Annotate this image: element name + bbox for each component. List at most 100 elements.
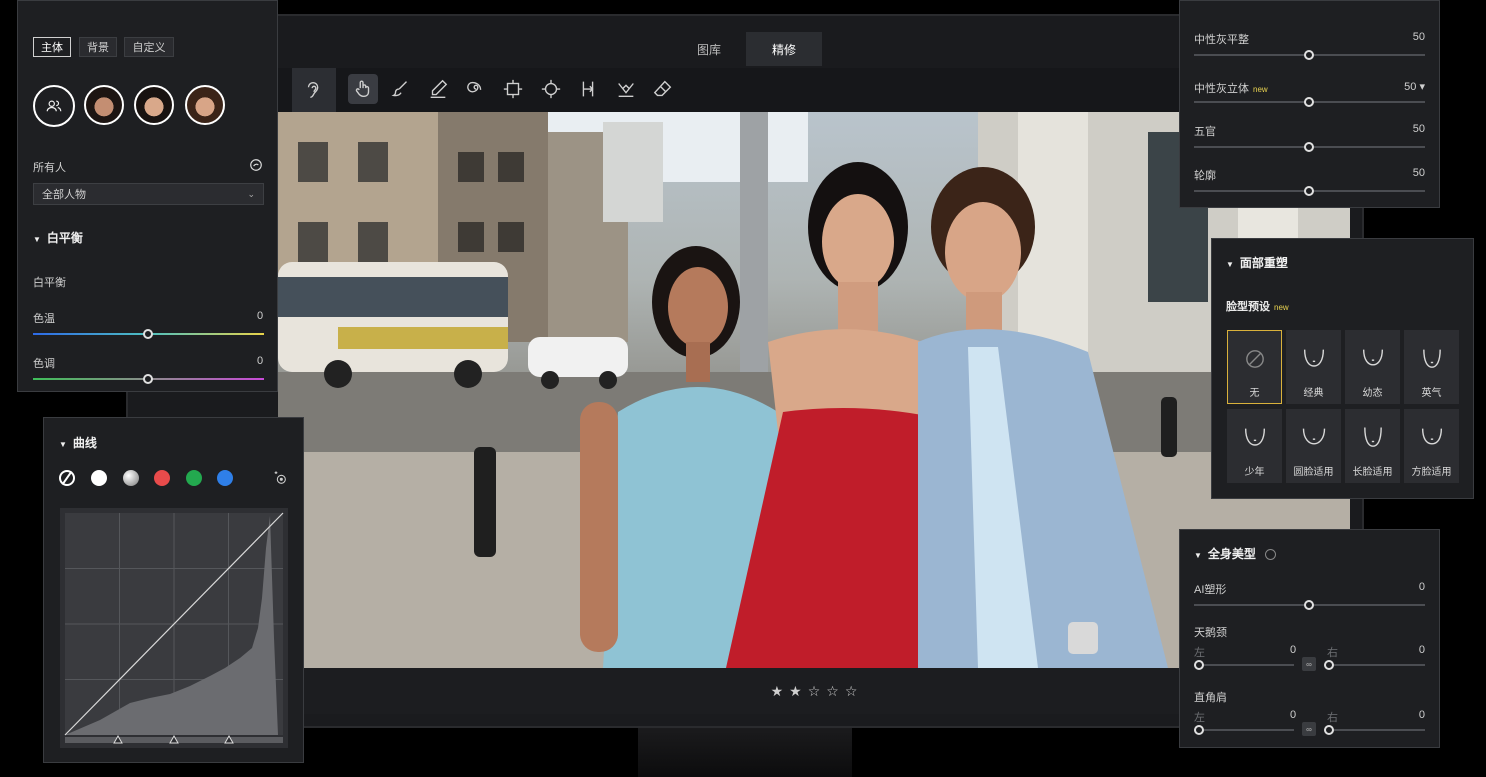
neutral-flat-knob[interactable]	[1304, 50, 1314, 60]
stamp-tool[interactable]	[611, 74, 641, 104]
link-icon[interactable]: ∞	[1302, 722, 1316, 736]
square-shoulder-label: 直角肩	[1194, 692, 1227, 704]
face-preset-boyish[interactable]: 少年	[1227, 409, 1282, 483]
swan-neck-label: 天鹅颈	[1194, 627, 1227, 639]
face-preset-long[interactable]: 长脸适用	[1345, 409, 1400, 483]
swirl-tool[interactable]	[461, 74, 491, 104]
caret-down-icon: ▼	[33, 235, 41, 244]
avatar-man[interactable]	[185, 85, 225, 125]
channel-blue-dot[interactable]	[217, 470, 233, 486]
swan-left-slider[interactable]	[1194, 660, 1294, 670]
shoulder-right-value: 0	[1418, 709, 1425, 721]
pen-tool[interactable]	[423, 74, 453, 104]
channel-luma-dot[interactable]	[123, 470, 139, 486]
curves-section-header[interactable]: ▼ 曲线	[59, 434, 97, 451]
caret-down-icon: ▼	[59, 440, 67, 449]
temp-label: 色温	[33, 313, 55, 325]
temp-slider[interactable]	[33, 329, 264, 339]
shoulder-left-slider[interactable]	[1194, 725, 1294, 735]
avatar-woman-1[interactable]	[84, 85, 124, 125]
people-dropdown[interactable]: 全部人物 ⌄	[33, 183, 264, 205]
refresh-icon[interactable]	[249, 158, 263, 172]
neutral-flat-label: 中性灰平整	[1194, 34, 1249, 46]
channel-white-dot[interactable]	[91, 470, 107, 486]
neutral-flat-value: 50	[1412, 31, 1425, 43]
tint-slider[interactable]	[33, 374, 264, 384]
ear-tool[interactable]	[292, 68, 336, 112]
curve-graph[interactable]	[60, 508, 288, 748]
tab-retouch[interactable]: 精修	[746, 32, 822, 66]
target-tool[interactable]	[536, 74, 566, 104]
split-icon	[582, 81, 594, 97]
segment-custom[interactable]: 自定义	[124, 37, 174, 57]
ai-shape-knob[interactable]	[1304, 600, 1314, 610]
segment-background[interactable]: 背景	[79, 37, 117, 57]
contour-label: 轮廓	[1194, 170, 1216, 182]
brush-icon	[391, 81, 407, 97]
pen-icon	[430, 79, 448, 98]
face-reshape-panel: ▼ 面部重塑 脸型预设 new 无 经典 幼态 英气 少年 圆脸适用 长脸适用 方脸…	[1211, 238, 1474, 499]
neutral-gray-panel: 中性灰平整 50 中性灰立体 new 50 ▾ 五官 50 轮廓 50	[1179, 0, 1440, 208]
tint-value: 0	[257, 355, 264, 367]
face-preset-heroic[interactable]: 英气	[1404, 330, 1459, 404]
point-picker-icon[interactable]	[272, 470, 288, 486]
tint-label: 色调	[33, 358, 55, 370]
ear-icon	[307, 82, 319, 99]
ai-shape-slider[interactable]	[1194, 600, 1425, 610]
tab-gallery[interactable]: 图库	[674, 32, 744, 66]
swan-right-value: 0	[1418, 644, 1425, 656]
star-icon-1[interactable]: ★	[771, 683, 784, 700]
swan-right-slider[interactable]	[1324, 660, 1425, 670]
curves-section-title: 曲线	[72, 436, 97, 450]
face-preset-classic[interactable]: 经典	[1286, 330, 1341, 404]
link-icon[interactable]: ∞	[1302, 657, 1316, 671]
avatar-woman-2[interactable]	[134, 85, 174, 125]
face-preset-round[interactable]: 圆脸适用	[1286, 409, 1341, 483]
face-preset-label: 长脸适用	[1352, 467, 1393, 478]
neutral-3d-slider[interactable]	[1194, 97, 1425, 107]
all-people-avatar[interactable]	[33, 85, 75, 127]
swan-left-label: 左	[1194, 647, 1205, 659]
face-preset-youthful[interactable]: 幼态	[1345, 330, 1400, 404]
face-shape-icon	[1303, 349, 1325, 367]
info-icon[interactable]	[1265, 549, 1277, 561]
face-preset-label: 方脸适用	[1411, 467, 1452, 478]
face-preset-label: 无	[1249, 388, 1260, 399]
split-tool[interactable]	[573, 74, 603, 104]
shoulder-left-knob[interactable]	[1194, 725, 1204, 735]
shoulder-right-knob[interactable]	[1324, 725, 1334, 735]
star-icon-2[interactable]: ★	[789, 683, 802, 700]
ai-shape-label: AI塑形	[1194, 584, 1227, 596]
star-icon-4[interactable]: ☆	[826, 683, 839, 700]
neutral-3d-knob[interactable]	[1304, 97, 1314, 107]
brush-tool[interactable]	[386, 74, 416, 104]
face-preset-none[interactable]: 无	[1227, 330, 1282, 404]
features-slider[interactable]	[1194, 142, 1425, 152]
segment-subject[interactable]: 主体	[33, 37, 71, 57]
features-knob[interactable]	[1304, 142, 1314, 152]
channel-none-icon[interactable]	[59, 470, 75, 486]
tint-slider-knob[interactable]	[143, 374, 153, 384]
star-icon-5[interactable]: ☆	[845, 683, 858, 700]
channel-red-dot[interactable]	[154, 470, 170, 486]
star-icon-3[interactable]: ☆	[808, 683, 821, 700]
face-preset-title: 脸型预设	[1226, 301, 1270, 313]
swan-right-knob[interactable]	[1324, 660, 1334, 670]
eraser-tool[interactable]	[648, 74, 678, 104]
contour-slider[interactable]	[1194, 186, 1425, 196]
swan-left-knob[interactable]	[1194, 660, 1204, 670]
face-section-header[interactable]: ▼ 面部重塑	[1226, 254, 1288, 271]
shoulder-right-slider[interactable]	[1324, 725, 1425, 735]
wb-section-header[interactable]: ▼ 白平衡	[33, 229, 83, 246]
body-section-header[interactable]: ▼ 全身美型	[1194, 545, 1277, 562]
hand-tool[interactable]	[348, 74, 378, 104]
face-section-title: 面部重塑	[1239, 256, 1288, 270]
temp-slider-knob[interactable]	[143, 329, 153, 339]
neutral-flat-slider[interactable]	[1194, 50, 1425, 60]
face-preset-label: 英气	[1421, 388, 1442, 399]
face-preset-square[interactable]: 方脸适用	[1404, 409, 1459, 483]
contour-knob[interactable]	[1304, 186, 1314, 196]
transform-tool[interactable]	[498, 74, 528, 104]
channel-green-dot[interactable]	[186, 470, 202, 486]
neutral-3d-value[interactable]: 50 ▾	[1404, 80, 1425, 93]
